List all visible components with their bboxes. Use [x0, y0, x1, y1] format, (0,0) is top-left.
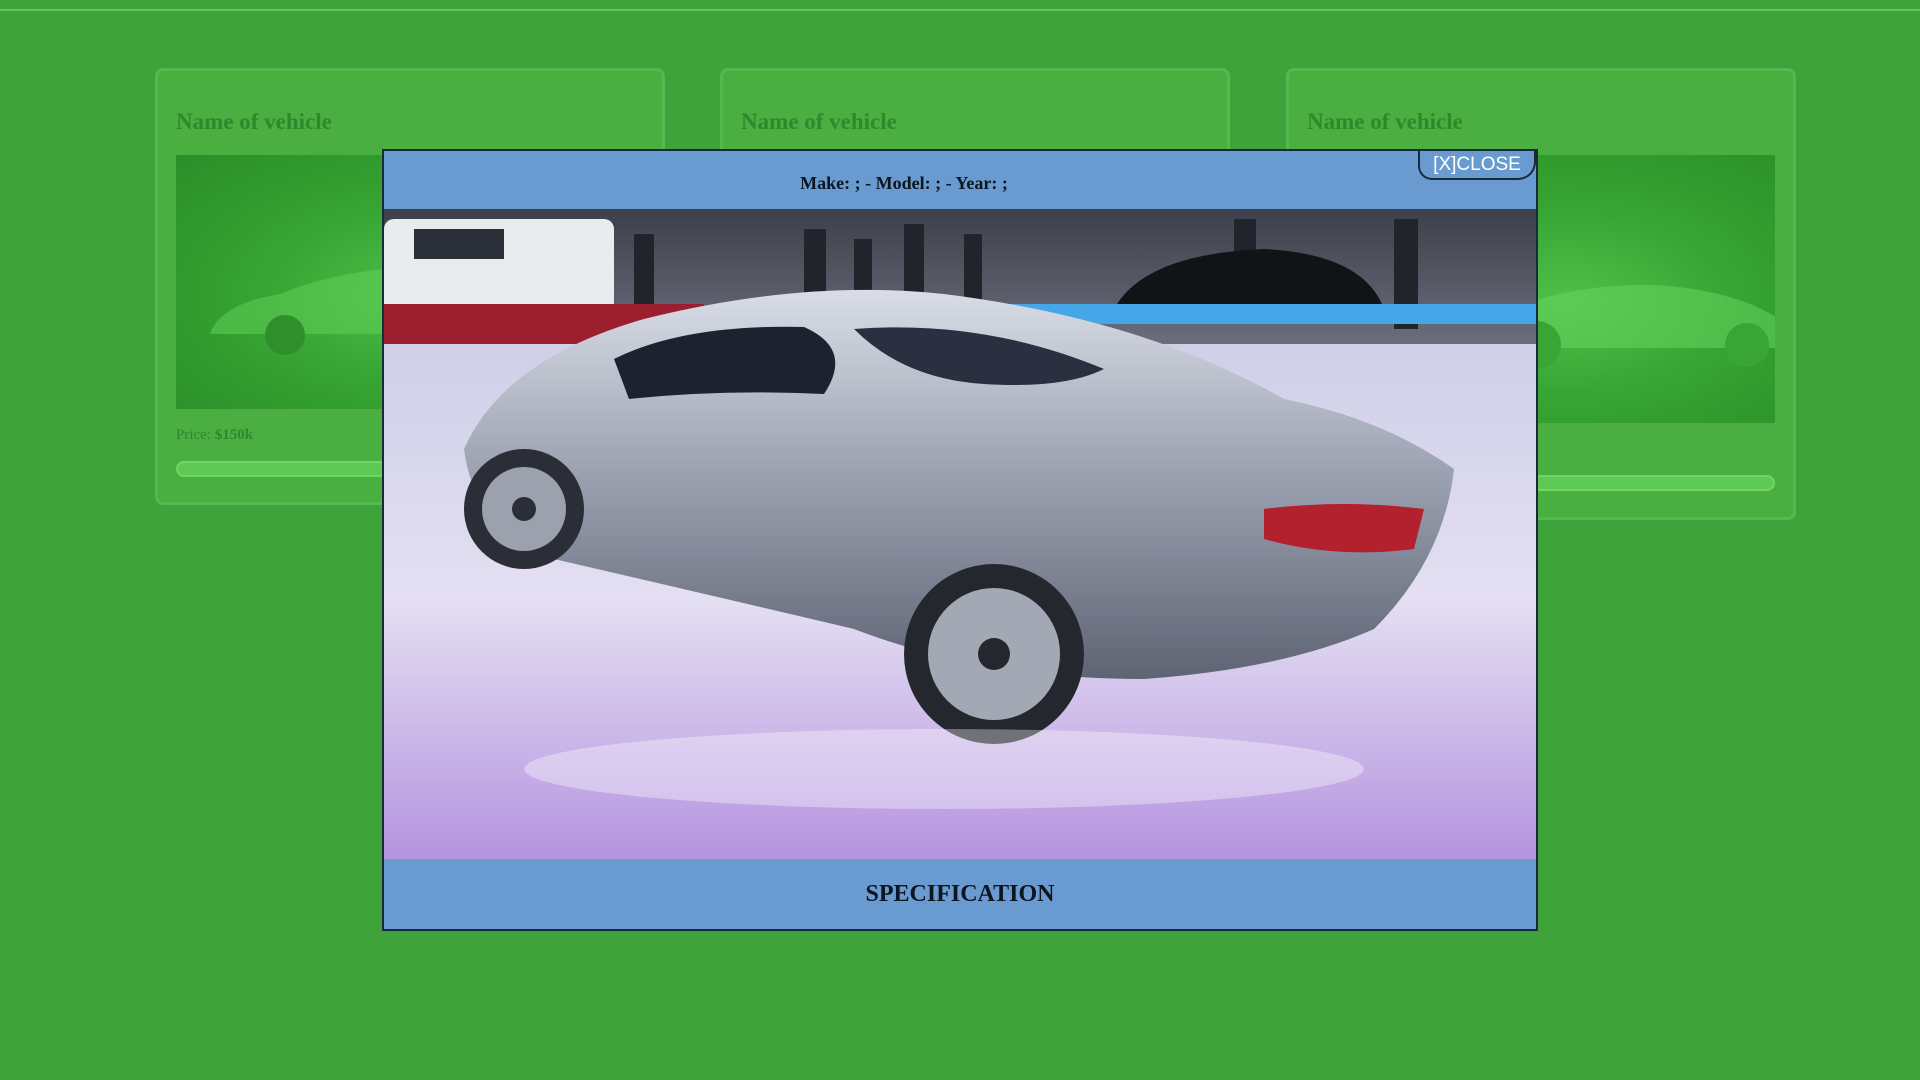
price-value: $150k [214, 427, 254, 443]
card-title: Name of vehicle [741, 109, 897, 134]
specification-heading: SPECIFICATION [865, 881, 1055, 907]
card-title: Name of vehicle [176, 109, 332, 134]
modal-footer: SPECIFICATION [384, 859, 1536, 929]
vehicle-photo [384, 209, 1536, 859]
modal-header: Make: ; - Model: ; - Year: ; [X]CLOSE [384, 151, 1536, 209]
vehicle-meta: Make: ; - Model: ; - Year: ; [800, 173, 1008, 193]
card-title: Name of vehicle [1307, 109, 1463, 134]
price-label: Price: [176, 427, 211, 443]
top-divider [0, 9, 1920, 11]
supercar-photo [384, 209, 1536, 859]
close-button[interactable]: [X]CLOSE [1418, 151, 1536, 180]
vehicle-detail-modal: Make: ; - Model: ; - Year: ; [X]CLOSE SP… [382, 149, 1538, 931]
